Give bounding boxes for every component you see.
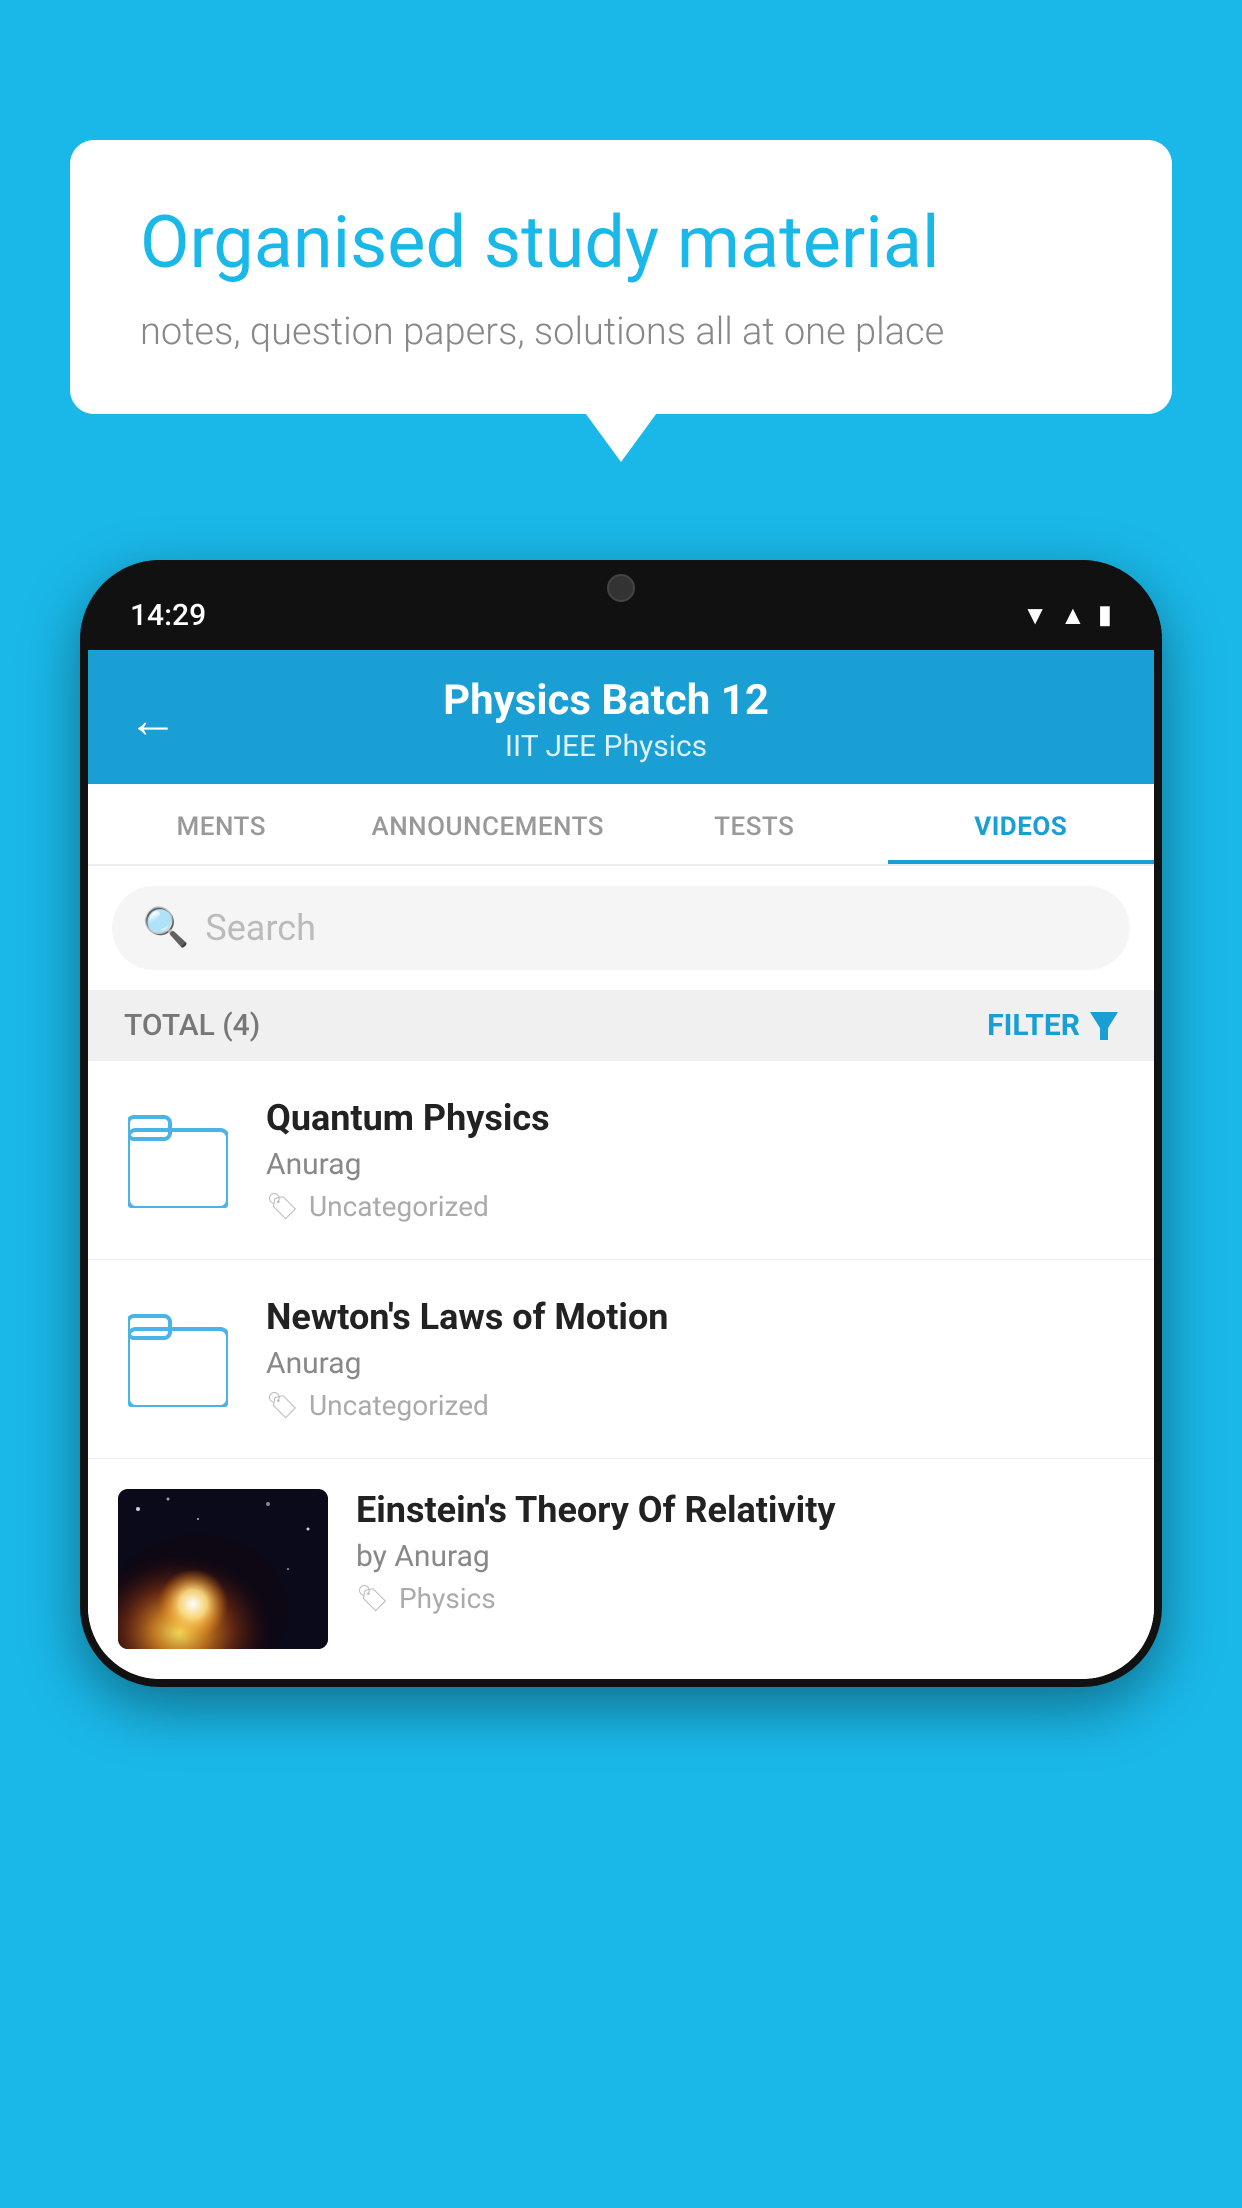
status-bar: 14:29 ▼ ▲ ▮ (80, 560, 1162, 650)
tab-videos[interactable]: VIDEOS (888, 784, 1155, 864)
app-header: ← Physics Batch 12 IIT JEE Physics (88, 650, 1154, 784)
back-button[interactable]: ← (128, 691, 178, 750)
folder-icon (128, 1112, 228, 1208)
phone-camera (607, 574, 635, 602)
folder-thumbnail-1 (118, 1105, 238, 1215)
signal-icon: ▲ (1060, 600, 1086, 631)
video-list: Quantum Physics Anurag 🏷 Uncategorized (88, 1061, 1154, 1679)
speech-bubble: Organised study material notes, question… (70, 140, 1172, 414)
video-info-3: Einstein's Theory Of Relativity by Anura… (356, 1489, 1124, 1615)
phone-notch (541, 560, 701, 615)
video-tag-2: 🏷 Uncategorized (266, 1389, 1124, 1422)
speech-bubble-area: Organised study material notes, question… (70, 140, 1172, 414)
header-title: Physics Batch 12 (208, 676, 1004, 725)
list-item[interactable]: Newton's Laws of Motion Anurag 🏷 Uncateg… (88, 1260, 1154, 1459)
filter-icon (1090, 1012, 1118, 1040)
video-author-2: Anurag (266, 1346, 1124, 1381)
folder-thumbnail-2 (118, 1304, 238, 1414)
tab-tests[interactable]: TESTS (621, 784, 888, 864)
folder-svg (128, 1311, 228, 1407)
tag-icon: 🏷 (266, 1391, 299, 1421)
video-title-3: Einstein's Theory Of Relativity (356, 1489, 1124, 1531)
speech-bubble-subtitle: notes, question papers, solutions all at… (140, 310, 1102, 354)
video-info-2: Newton's Laws of Motion Anurag 🏷 Uncateg… (266, 1296, 1124, 1422)
thumbnail-svg (118, 1489, 328, 1649)
video-author-3: by Anurag (356, 1539, 1124, 1574)
folder-svg (128, 1112, 228, 1208)
status-time: 14:29 (130, 598, 206, 633)
folder-icon (128, 1311, 228, 1407)
tag-icon: 🏷 (356, 1584, 389, 1614)
video-tag-3: 🏷 Physics (356, 1582, 1124, 1615)
tag-icon: 🏷 (266, 1192, 299, 1222)
search-bar-container: 🔍 Search (88, 866, 1154, 990)
video-title-1: Quantum Physics (266, 1097, 1124, 1139)
tabs: MENTS ANNOUNCEMENTS TESTS VIDEOS (88, 784, 1154, 866)
video-title-2: Newton's Laws of Motion (266, 1296, 1124, 1338)
video-thumbnail-3 (118, 1489, 328, 1649)
phone-screen: ← Physics Batch 12 IIT JEE Physics MENTS… (88, 650, 1154, 1679)
filter-bar: TOTAL (4) FILTER (88, 990, 1154, 1061)
phone-wrapper: 14:29 ▼ ▲ ▮ ← Physics Batch 12 IIT JEE P… (80, 560, 1162, 2208)
video-info-1: Quantum Physics Anurag 🏷 Uncategorized (266, 1097, 1124, 1223)
header-title-area: Physics Batch 12 IIT JEE Physics (208, 676, 1004, 764)
video-tag-1: 🏷 Uncategorized (266, 1190, 1124, 1223)
speech-bubble-title: Organised study material (140, 200, 1102, 286)
battery-icon: ▮ (1098, 600, 1112, 630)
search-placeholder: Search (205, 907, 316, 949)
search-bar[interactable]: 🔍 Search (112, 886, 1130, 970)
phone: 14:29 ▼ ▲ ▮ ← Physics Batch 12 IIT JEE P… (80, 560, 1162, 1687)
search-icon: 🔍 (142, 906, 189, 950)
list-item[interactable]: Einstein's Theory Of Relativity by Anura… (88, 1459, 1154, 1679)
video-author-1: Anurag (266, 1147, 1124, 1182)
tab-announcements[interactable]: ANNOUNCEMENTS (355, 784, 622, 864)
filter-label: FILTER (987, 1008, 1080, 1043)
status-icons: ▼ ▲ ▮ (1022, 600, 1112, 631)
list-item[interactable]: Quantum Physics Anurag 🏷 Uncategorized (88, 1061, 1154, 1260)
tab-ments[interactable]: MENTS (88, 784, 355, 864)
header-subtitle: IIT JEE Physics (208, 729, 1004, 764)
total-count: TOTAL (4) (124, 1008, 260, 1043)
wifi-icon: ▼ (1022, 600, 1048, 631)
filter-button[interactable]: FILTER (987, 1008, 1118, 1043)
